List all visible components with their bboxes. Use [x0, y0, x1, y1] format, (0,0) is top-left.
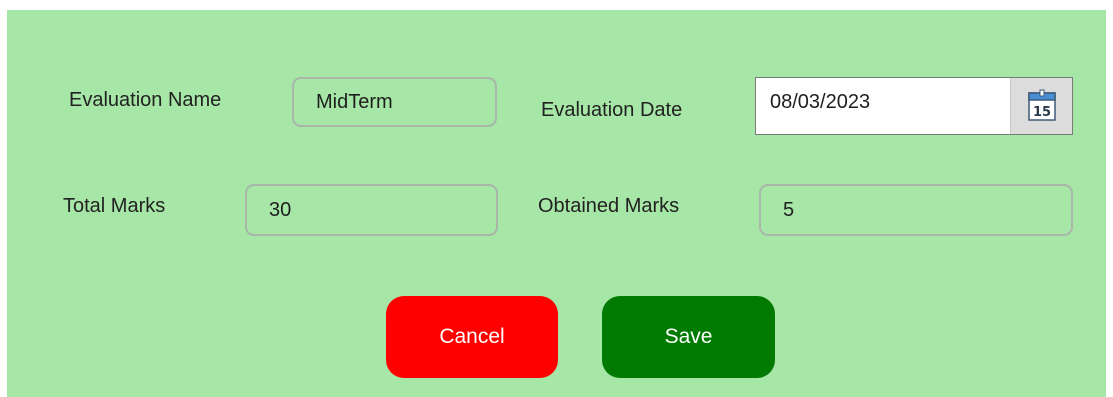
save-button-label: Save: [664, 325, 713, 348]
total-marks-label: Total Marks: [63, 195, 166, 217]
evaluation-date-label: Evaluation Date: [541, 99, 683, 121]
calendar-day-text: 15: [1033, 105, 1051, 120]
total-marks-value: 30: [269, 198, 292, 221]
cancel-button[interactable]: Cancel: [386, 296, 558, 378]
evaluation-date-value: 08/03/2023: [770, 91, 871, 113]
obtained-marks-input[interactable]: 5: [759, 184, 1073, 236]
evaluation-form-panel: Evaluation Name MidTerm Evaluation Date …: [7, 10, 1106, 397]
cancel-button-label: Cancel: [439, 325, 505, 348]
obtained-marks-value: 5: [783, 198, 795, 221]
evaluation-date-picker[interactable]: 08/03/2023 15: [755, 77, 1073, 135]
total-marks-input[interactable]: 30: [245, 184, 498, 236]
evaluation-name-value: MidTerm: [316, 90, 393, 113]
obtained-marks-label: Obtained Marks: [538, 195, 680, 217]
calendar-icon: 15: [1028, 89, 1056, 121]
evaluation-name-label: Evaluation Name: [69, 89, 222, 111]
save-button[interactable]: Save: [602, 296, 775, 378]
evaluation-name-input[interactable]: MidTerm: [292, 77, 497, 127]
evaluation-date-input[interactable]: 08/03/2023: [756, 78, 1010, 134]
calendar-button[interactable]: 15: [1010, 78, 1072, 134]
